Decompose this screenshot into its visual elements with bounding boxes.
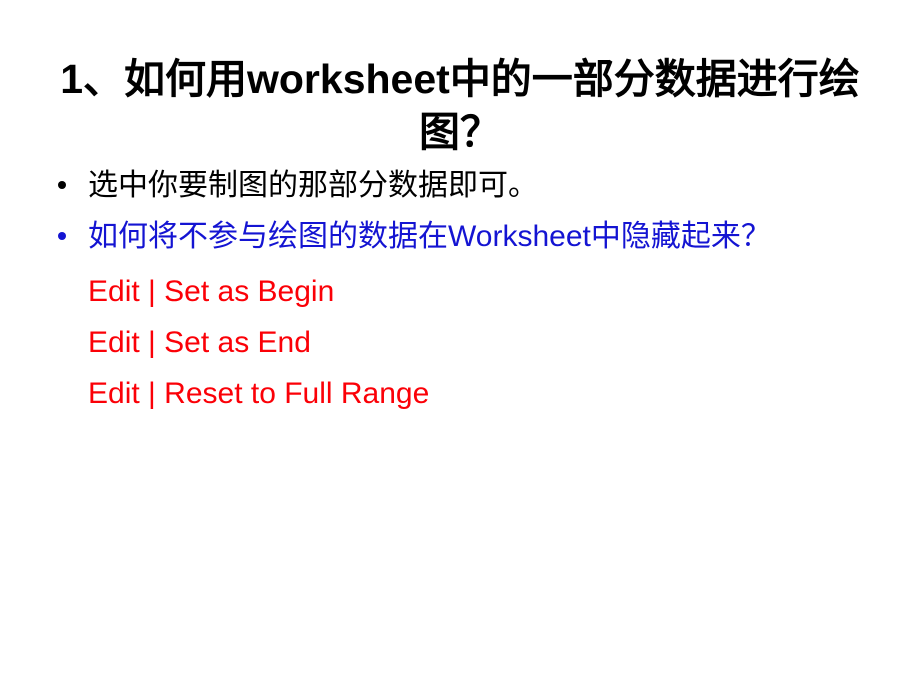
slide-title: 1、如何用worksheet中的一部分数据进行绘图？: [55, 53, 865, 159]
menu-path-reset-to-full-range: Edit | Reset to Full Range: [88, 377, 430, 410]
bullet-2-text-latin: Worksheet: [448, 220, 591, 253]
bullet-1-text: 选中你要制图的那部分数据即可。: [88, 169, 538, 202]
menu-path-list: Edit | Set as Begin Edit | Set as End Ed…: [52, 266, 882, 419]
slide-body: 选中你要制图的那部分数据即可。 如何将不参与绘图的数据在Worksheet中隐藏…: [52, 162, 882, 419]
menu-path-set-as-begin: Edit | Set as Begin: [88, 275, 335, 308]
bullet-2-text-part-1: 如何将不参与绘图的数据在: [88, 220, 448, 253]
list-item: 如何将不参与绘图的数据在Worksheet中隐藏起来？: [52, 213, 882, 260]
slide-title-segment-tail: 中的一部分数据进行绘图？: [419, 56, 860, 156]
slide-title-segment-latin: worksheet: [247, 56, 450, 103]
slide-title-segment-number: 1、如何用: [60, 56, 247, 103]
bullet-dot-icon: [58, 181, 66, 189]
bullet-2-text-part-2: 中隐藏起来？: [590, 220, 771, 253]
menu-path-set-as-end: Edit | Set as End: [88, 326, 311, 359]
list-item: 选中你要制图的那部分数据即可。: [52, 162, 882, 209]
bullet-2-text: 如何将不参与绘图的数据在Worksheet中隐藏起来？: [88, 213, 882, 260]
bullet-dot-icon: [58, 232, 66, 240]
presentation-slide: 1、如何用worksheet中的一部分数据进行绘图？ 选中你要制图的那部分数据即…: [0, 0, 920, 690]
